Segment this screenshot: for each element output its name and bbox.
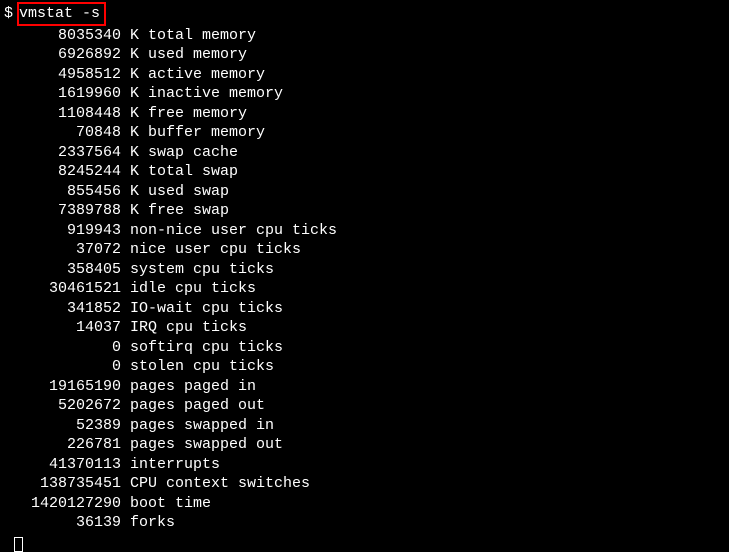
output-row: 30461521 idle cpu ticks — [4, 279, 725, 299]
output-row: 919943 non-nice user cpu ticks — [4, 221, 725, 241]
output-row: 8245244 K total swap — [4, 162, 725, 182]
output-row: 1420127290 boot time — [4, 494, 725, 514]
output-row: 6926892 K used memory — [4, 45, 725, 65]
output-row: 4958512 K active memory — [4, 65, 725, 85]
output-row: 36139 forks — [4, 513, 725, 533]
terminal-output: 8035340 K total memory 6926892 K used me… — [4, 26, 725, 533]
command-text: vmstat -s — [19, 5, 100, 22]
output-row: 341852 IO-wait cpu ticks — [4, 299, 725, 319]
output-row: 14037 IRQ cpu ticks — [4, 318, 725, 338]
prompt-symbol: $ — [4, 4, 13, 24]
output-row: 5202672 pages paged out — [4, 396, 725, 416]
output-row: 358405 system cpu ticks — [4, 260, 725, 280]
output-row: 70848 K buffer memory — [4, 123, 725, 143]
terminal-cursor — [14, 537, 23, 552]
output-row: 37072 nice user cpu ticks — [4, 240, 725, 260]
output-row: 1619960 K inactive memory — [4, 84, 725, 104]
output-row: 7389788 K free swap — [4, 201, 725, 221]
output-row: 226781 pages swapped out — [4, 435, 725, 455]
output-row: 8035340 K total memory — [4, 26, 725, 46]
output-row: 0 stolen cpu ticks — [4, 357, 725, 377]
output-row: 1108448 K free memory — [4, 104, 725, 124]
output-row: 855456 K used swap — [4, 182, 725, 202]
command-highlight-box: vmstat -s — [17, 2, 106, 26]
output-row: 2337564 K swap cache — [4, 143, 725, 163]
output-row: 41370113 interrupts — [4, 455, 725, 475]
output-row: 0 softirq cpu ticks — [4, 338, 725, 358]
output-row: 52389 pages swapped in — [4, 416, 725, 436]
output-row: 19165190 pages paged in — [4, 377, 725, 397]
command-line[interactable]: $ vmstat -s — [4, 4, 725, 26]
output-row: 138735451 CPU context switches — [4, 474, 725, 494]
